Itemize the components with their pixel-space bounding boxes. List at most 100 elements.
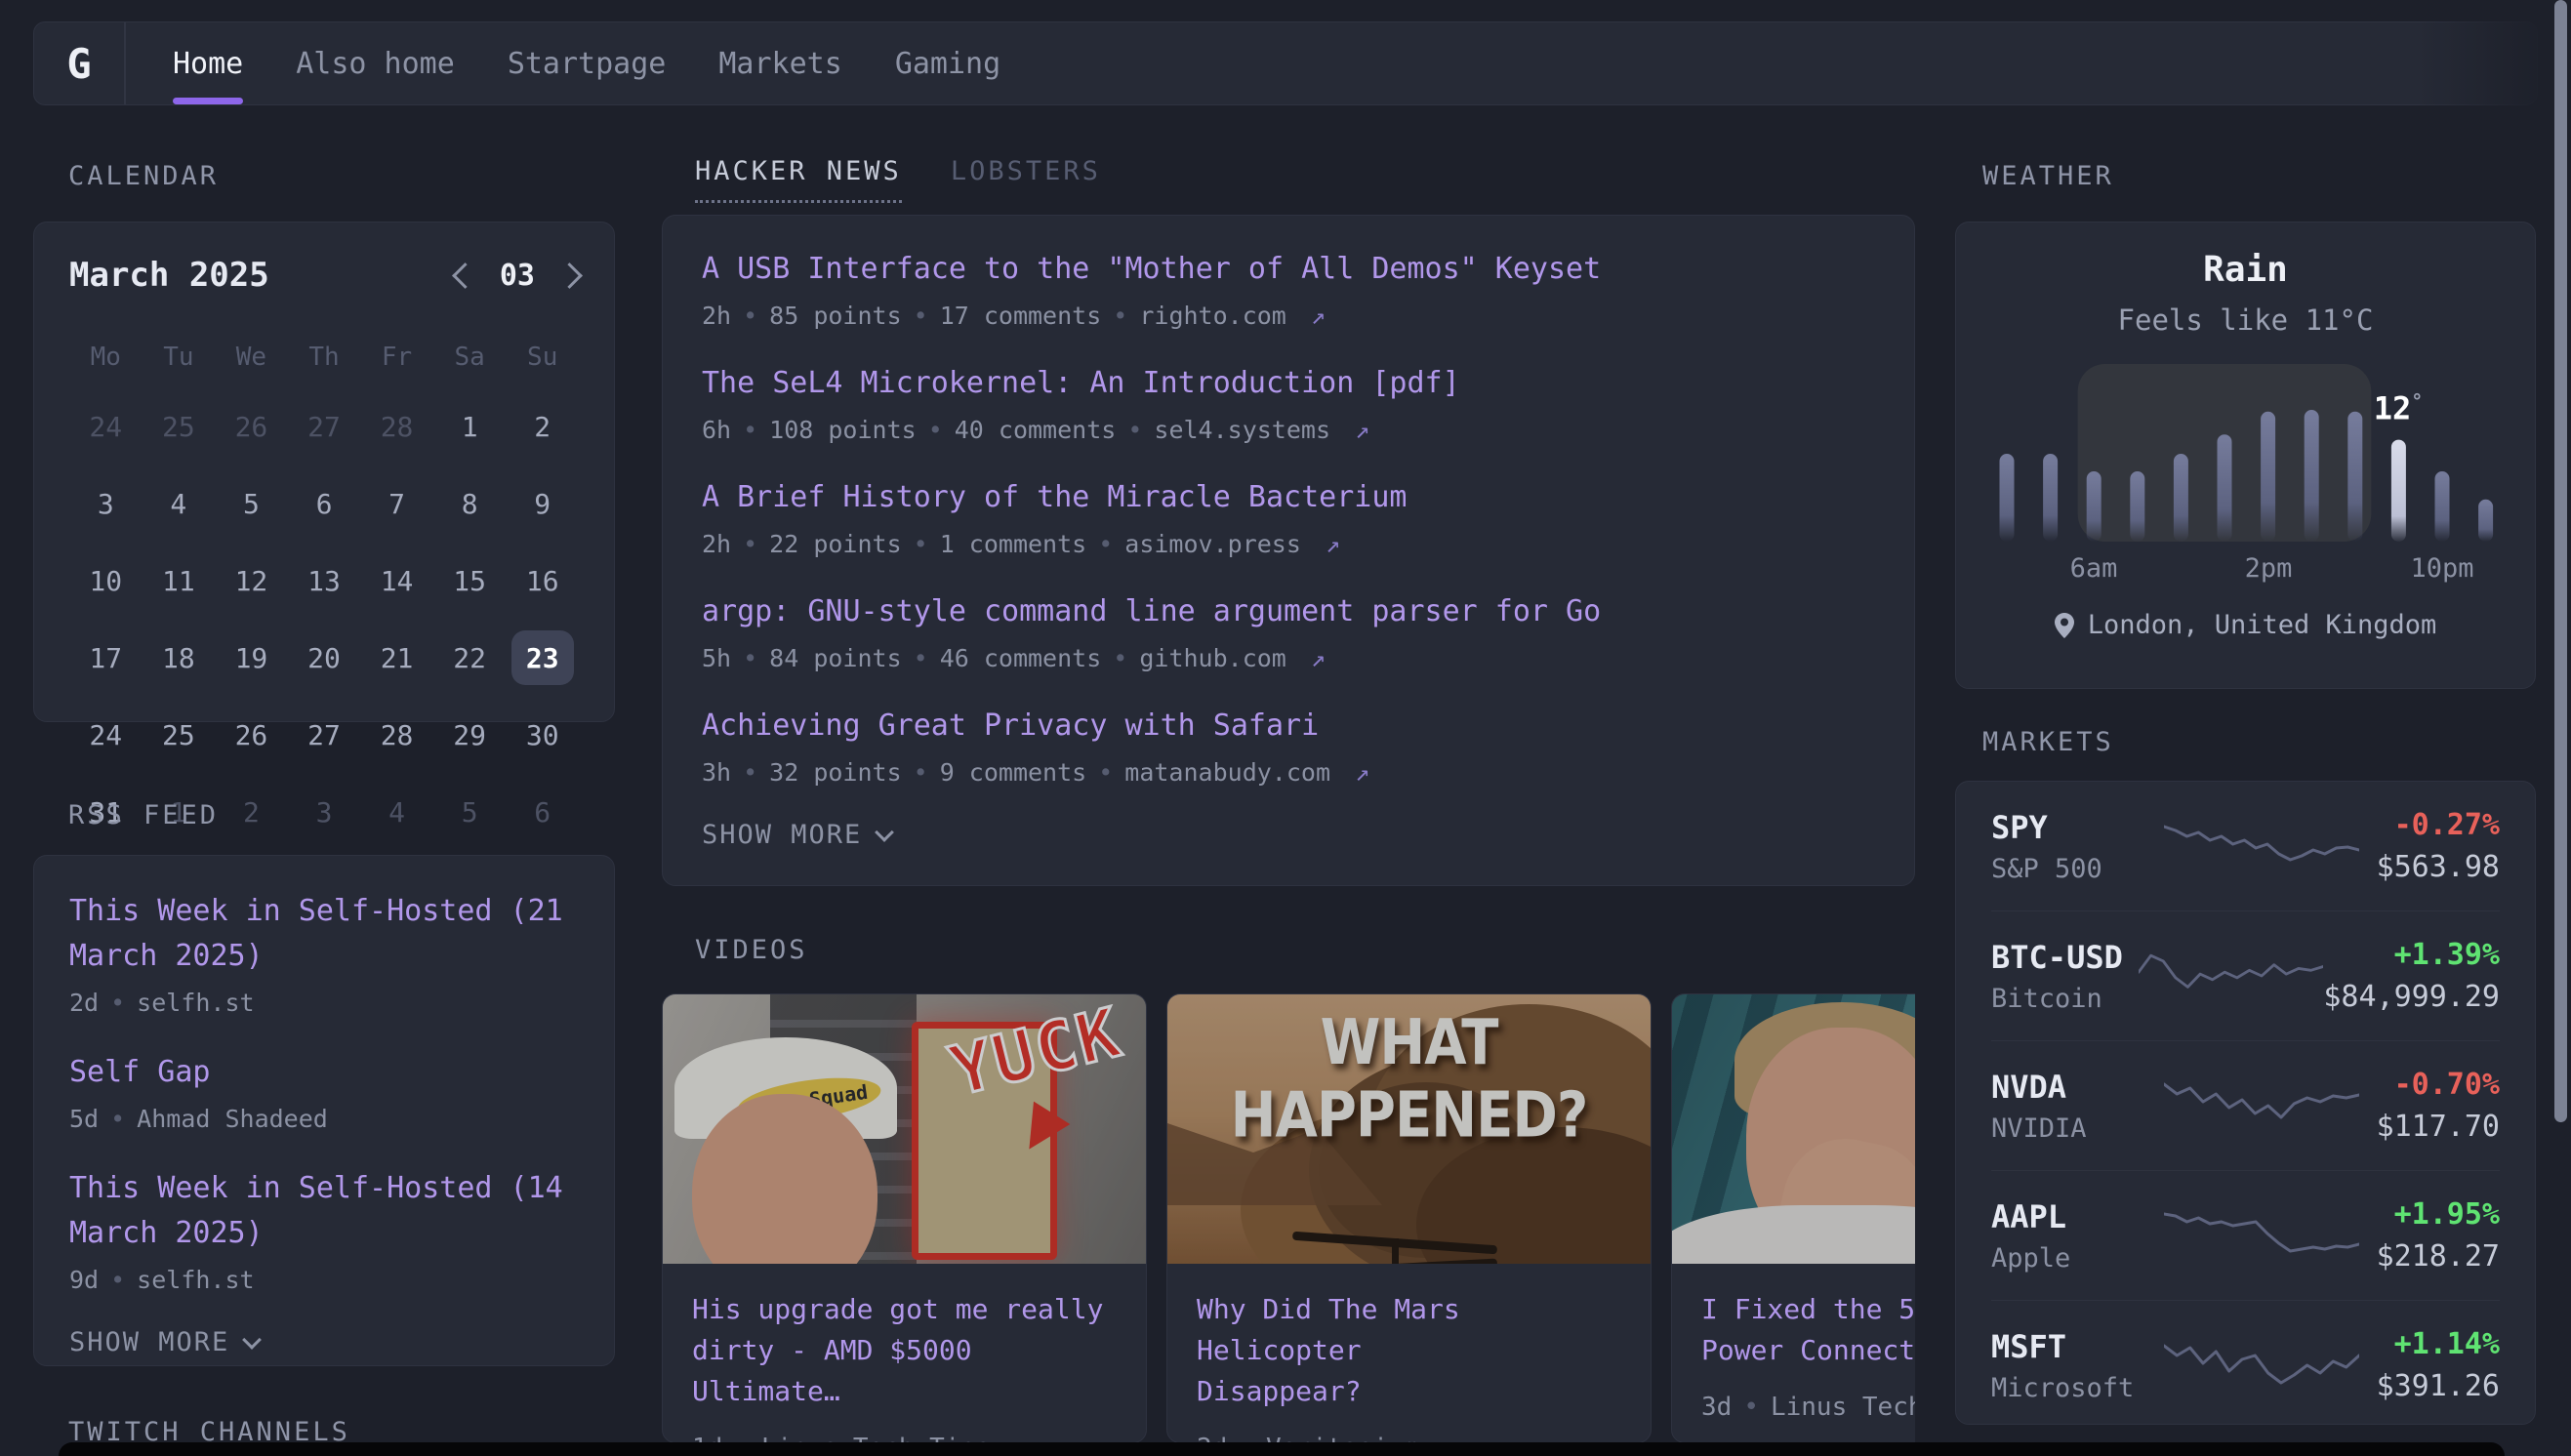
calendar-weekday-label: Fr bbox=[360, 338, 433, 377]
market-price: $117.70 bbox=[2377, 1110, 2500, 1144]
separator-dot: • bbox=[1743, 1393, 1759, 1422]
calendar-day: 17 bbox=[69, 630, 143, 685]
separator-dot: • bbox=[110, 1266, 125, 1294]
market-row-values: -0.27% $563.98 bbox=[2377, 808, 2500, 884]
calendar-day: 24 bbox=[69, 708, 143, 762]
nav-item-also-home[interactable]: Also home bbox=[296, 22, 455, 104]
calendar-day: 10 bbox=[69, 553, 143, 608]
rss-feed-list: This Week in Self-Hosted (21 March 2025)… bbox=[69, 889, 579, 1294]
news-item-title[interactable]: argp: GNU-style command line argument pa… bbox=[702, 591, 1875, 632]
calendar-day: 1 bbox=[433, 399, 507, 454]
calendar-day: 25 bbox=[143, 708, 216, 762]
market-change: +1.39% bbox=[2323, 938, 2500, 972]
rss-item-meta: 2d•selfh.st bbox=[69, 989, 579, 1017]
calendar-day: 2 bbox=[215, 785, 288, 839]
video-title[interactable]: I Fixed the 5090 Power Connector… bbox=[1701, 1289, 1915, 1371]
calendar-day-today: 23 bbox=[506, 630, 579, 685]
weather-bar bbox=[2261, 412, 2275, 542]
weather-bar bbox=[2130, 471, 2144, 542]
video-card[interactable]: Geek Squad YUCK His upgrade got me reall… bbox=[662, 993, 1147, 1443]
news-item-source[interactable]: matanabudy.com ↗ bbox=[1124, 758, 1369, 787]
weather-hour-label: 6am bbox=[2050, 553, 2138, 584]
separator-dot: • bbox=[914, 758, 928, 787]
calendar-header: March 2025 03 bbox=[69, 256, 579, 295]
calendar-weekday-label: Mo bbox=[69, 338, 143, 377]
separator-dot: • bbox=[1127, 416, 1142, 444]
market-row-btc-usd[interactable]: BTC-USD Bitcoin +1.39% $84,999.29 bbox=[1991, 911, 2500, 1041]
video-thumbnail[interactable]: Geek Squad YUCK bbox=[663, 994, 1146, 1264]
calendar-next-icon[interactable] bbox=[556, 263, 583, 289]
app-logo[interactable]: G bbox=[34, 22, 126, 104]
calendar-day: 18 bbox=[143, 630, 216, 685]
news-item: A USB Interface to the "Mother of All De… bbox=[702, 249, 1875, 330]
rss-item-title[interactable]: Self Gap bbox=[69, 1050, 579, 1095]
news-item-source[interactable]: github.com ↗ bbox=[1139, 644, 1326, 672]
market-ticker: SPY bbox=[1991, 809, 2147, 846]
market-name: Microsoft bbox=[1991, 1373, 2147, 1403]
weather-bars-svg bbox=[1985, 356, 2508, 544]
calendar-day: 13 bbox=[288, 553, 361, 608]
rss-item-meta: 9d•selfh.st bbox=[69, 1266, 579, 1294]
calendar-day: 30 bbox=[506, 708, 579, 762]
market-sparkline bbox=[2139, 945, 2323, 1007]
video-card[interactable]: DOTHT I Fixed the 5090 Power Connector… … bbox=[1671, 993, 1915, 1443]
calendar-weekday-label: Su bbox=[506, 338, 579, 377]
market-row-nvda[interactable]: NVDA NVIDIA -0.70% $117.70 bbox=[1991, 1041, 2500, 1171]
tab-lobsters[interactable]: LOBSTERS bbox=[951, 156, 1101, 203]
video-card[interactable]: WHAT HAPPENED? Why Did The Mars Helicopt… bbox=[1166, 993, 1652, 1443]
separator-dot: • bbox=[1098, 758, 1113, 787]
nav-item-gaming[interactable]: Gaming bbox=[895, 22, 1000, 104]
video-title[interactable]: His upgrade got me really dirty - AMD $5… bbox=[692, 1289, 1117, 1412]
news-item-title[interactable]: The SeL4 Microkernel: An Introduction [p… bbox=[702, 363, 1875, 404]
rss-item-title[interactable]: This Week in Self-Hosted (14 March 2025) bbox=[69, 1166, 579, 1256]
video-thumbnail[interactable]: DOTHT bbox=[1672, 994, 1915, 1264]
nav-item-markets[interactable]: Markets bbox=[718, 22, 841, 104]
market-sparkline bbox=[2164, 1204, 2359, 1267]
tab-hacker-news[interactable]: HACKER NEWS bbox=[695, 156, 902, 203]
news-item-source[interactable]: sel4.systems ↗ bbox=[1154, 416, 1369, 444]
calendar-day: 25 bbox=[143, 399, 216, 454]
news-item-meta: 3h•32 points•9 comments•matanabudy.com ↗ bbox=[702, 758, 1875, 787]
calendar-day: 22 bbox=[433, 630, 507, 685]
video-thumbnail[interactable]: WHAT HAPPENED? bbox=[1167, 994, 1651, 1264]
nav-item-startpage[interactable]: Startpage bbox=[508, 22, 667, 104]
thumbnail-shade bbox=[663, 994, 1146, 1264]
news-item: The SeL4 Microkernel: An Introduction [p… bbox=[702, 363, 1875, 444]
market-row-labels: BTC-USD Bitcoin bbox=[1991, 939, 2139, 1014]
separator-dot: • bbox=[1113, 644, 1127, 672]
external-link-icon: ↗ bbox=[1355, 758, 1369, 787]
news-show-more-button[interactable]: SHOW MORE bbox=[702, 820, 1875, 850]
news-item-source[interactable]: righto.com ↗ bbox=[1139, 302, 1326, 330]
dashboard-page: G HomeAlso homeStartpageMarketsGaming CA… bbox=[0, 0, 2571, 1456]
rss-show-more-button[interactable]: SHOW MORE bbox=[69, 1327, 579, 1357]
video-card-body: His upgrade got me really dirty - AMD $5… bbox=[663, 1264, 1146, 1443]
news-item-source[interactable]: asimov.press ↗ bbox=[1124, 530, 1340, 558]
calendar-weekday-label: Th bbox=[288, 338, 361, 377]
calendar-day: 16 bbox=[506, 553, 579, 608]
calendar-day: 11 bbox=[143, 553, 216, 608]
market-price: $84,999.29 bbox=[2323, 980, 2500, 1014]
calendar-day: 29 bbox=[433, 708, 507, 762]
markets-card: SPY S&P 500 -0.27% $563.98 BTC-USD Bitco… bbox=[1955, 781, 2536, 1425]
market-row-values: +1.95% $218.27 bbox=[2377, 1197, 2500, 1274]
market-row-msft[interactable]: MSFT Microsoft +1.14% $391.26 bbox=[1991, 1301, 2500, 1430]
calendar-day: 19 bbox=[215, 630, 288, 685]
calendar-day: 15 bbox=[433, 553, 507, 608]
calendar-prev-icon[interactable] bbox=[452, 263, 478, 289]
video-title[interactable]: Why Did The Mars Helicopter Disappear? bbox=[1197, 1289, 1621, 1412]
market-row-aapl[interactable]: AAPL Apple +1.95% $218.27 bbox=[1991, 1171, 2500, 1301]
rss-item-title[interactable]: This Week in Self-Hosted (21 March 2025) bbox=[69, 889, 579, 979]
separator-dot: • bbox=[743, 644, 757, 672]
calendar-day: 6 bbox=[288, 476, 361, 531]
calendar-card: March 2025 03 MoTuWeThFrSaSu242526272812… bbox=[33, 222, 615, 722]
calendar-month-nav: 03 bbox=[456, 259, 579, 293]
nav-item-home[interactable]: Home bbox=[173, 22, 243, 104]
calendar-weekday-label: Tu bbox=[143, 338, 216, 377]
news-item-title[interactable]: Achieving Great Privacy with Safari bbox=[702, 706, 1875, 747]
news-item-title[interactable]: A Brief History of the Miracle Bacterium bbox=[702, 477, 1875, 518]
market-row-spy[interactable]: SPY S&P 500 -0.27% $563.98 bbox=[1991, 782, 2500, 911]
page-scrollbar-thumb[interactable] bbox=[2554, 0, 2567, 1122]
market-price: $563.98 bbox=[2377, 850, 2500, 884]
news-item-title[interactable]: A USB Interface to the "Mother of All De… bbox=[702, 249, 1875, 290]
separator-dot: • bbox=[743, 302, 757, 330]
